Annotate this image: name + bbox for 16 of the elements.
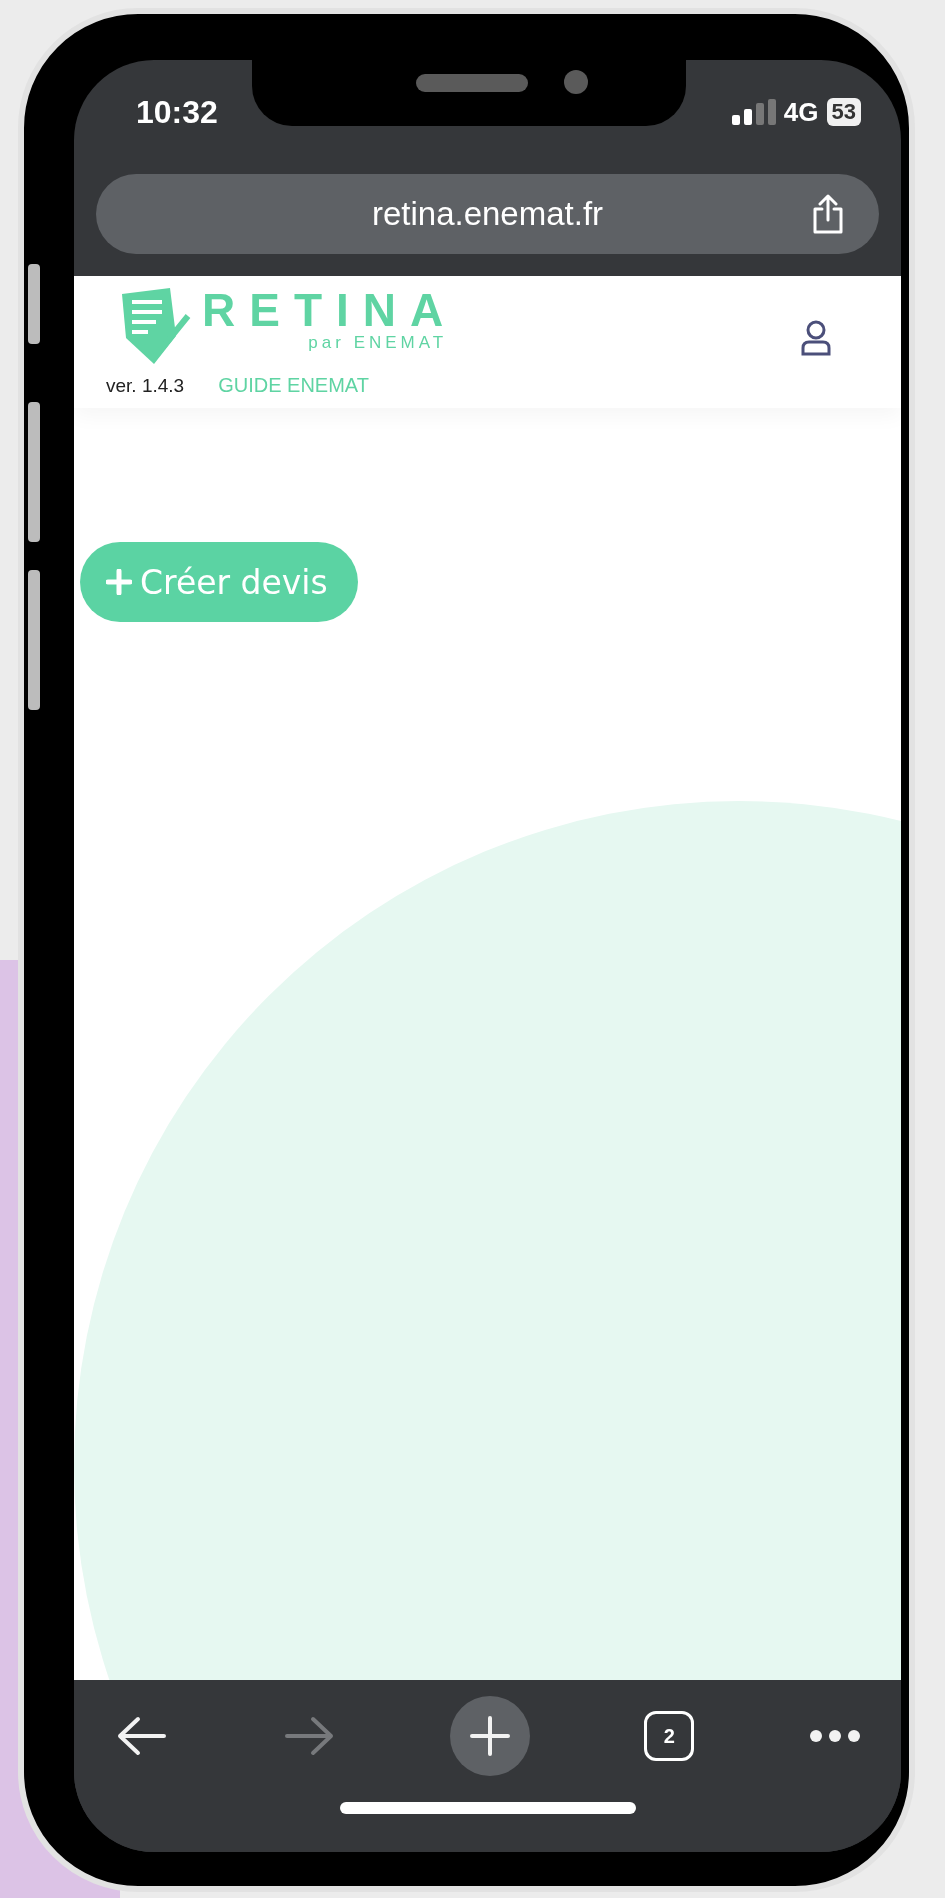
- network-label: 4G: [783, 96, 819, 128]
- url-text: retina.enemat.fr: [371, 195, 604, 233]
- back-button[interactable]: [116, 1716, 168, 1756]
- logo-subtitle: par ENEMAT: [308, 334, 448, 352]
- plus-icon: [469, 1716, 510, 1756]
- user-icon[interactable]: [801, 320, 831, 356]
- status-time: 10:32: [136, 93, 218, 131]
- address-bar[interactable]: retina.enemat.fr: [96, 174, 879, 254]
- plus-icon: [106, 569, 132, 595]
- tabs-button[interactable]: 2: [644, 1711, 695, 1761]
- signal-icon: [731, 99, 776, 125]
- more-button[interactable]: [809, 1729, 861, 1743]
- share-icon[interactable]: [811, 194, 845, 234]
- version-label: ver. 1.4.3: [106, 375, 185, 397]
- battery-level: 53: [826, 98, 861, 126]
- logo-title: RETINA: [202, 286, 458, 334]
